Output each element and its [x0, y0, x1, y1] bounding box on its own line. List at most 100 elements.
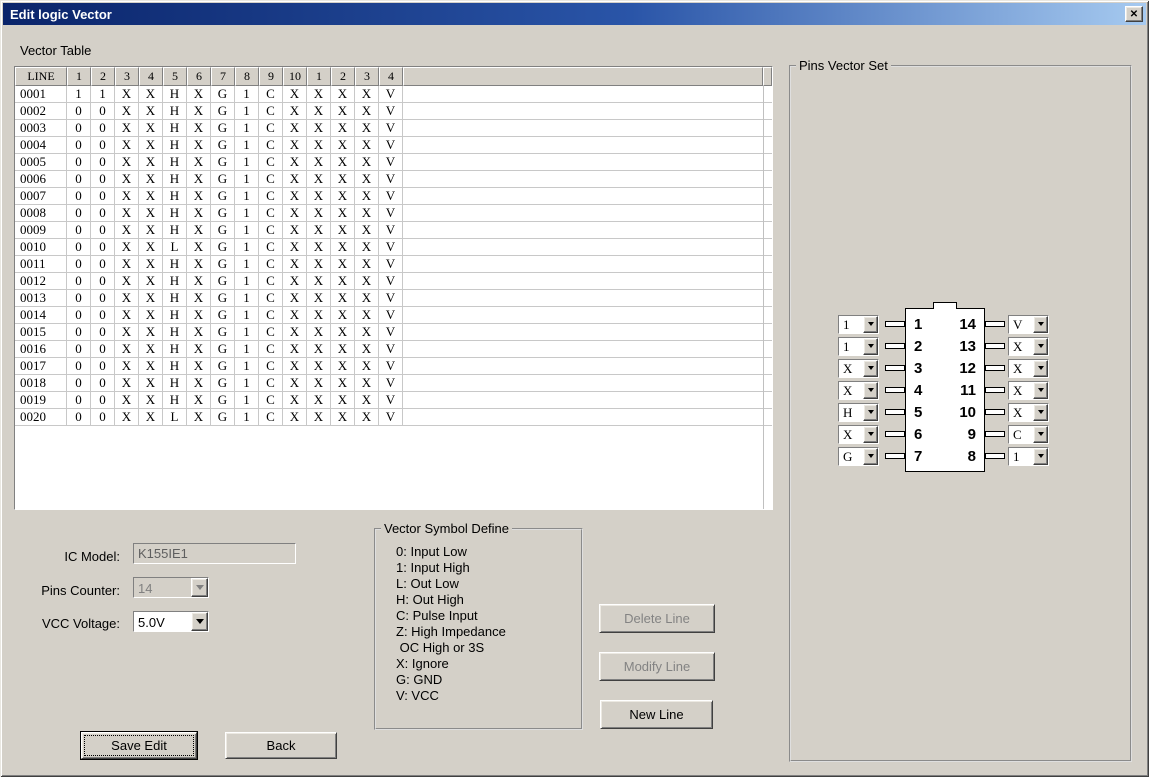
save-edit-button[interactable]: Save Edit — [81, 732, 197, 759]
vector-cell: 1 — [235, 273, 259, 289]
table-row[interactable]: 0006 0 0 X X H X G 1 C X X X X V — [15, 171, 772, 188]
vector-cell: X — [115, 120, 139, 136]
vector-cell: C — [259, 273, 283, 289]
pin-value-select[interactable]: C — [1008, 424, 1049, 444]
down-triangle-icon — [1037, 410, 1044, 414]
table-row[interactable]: 0019 0 0 X X H X G 1 C X X X X V — [15, 392, 772, 409]
chevron-down-icon[interactable] — [191, 578, 208, 597]
pin-value-select[interactable]: X — [1008, 380, 1049, 400]
close-button[interactable]: ✕ — [1125, 6, 1143, 22]
table-body[interactable]: 0001 1 1 X X H X G 1 C X X X X V 0002 0 0 X X H X G 1 C X X X X V 0003… — [15, 86, 772, 509]
chevron-down-icon[interactable] — [863, 425, 878, 443]
chevron-down-icon[interactable] — [1033, 425, 1048, 443]
vector-cell: X — [355, 222, 379, 238]
back-button[interactable]: Back — [225, 732, 337, 759]
table-row[interactable]: 0010 0 0 X X L X G 1 C X X X X V — [15, 239, 772, 256]
pin-value-select[interactable]: V — [1008, 314, 1049, 334]
chevron-down-icon[interactable] — [1033, 381, 1048, 399]
chevron-down-icon[interactable] — [1033, 337, 1048, 355]
vector-cell: X — [139, 205, 163, 221]
pins-counter-label: Pins Counter: — [41, 583, 120, 598]
chevron-down-icon[interactable] — [863, 337, 878, 355]
table-row[interactable]: 0013 0 0 X X H X G 1 C X X X X V — [15, 290, 772, 307]
table-row[interactable]: 0007 0 0 X X H X G 1 C X X X X V — [15, 188, 772, 205]
pin-value: V — [1013, 316, 1023, 332]
pin-value-select[interactable]: X — [838, 380, 879, 400]
chevron-down-icon[interactable] — [863, 447, 878, 465]
vector-symbol-define-group: Vector Symbol Define 0: Input Low 1: Inpu… — [374, 521, 583, 730]
table-row[interactable]: 0014 0 0 X X H X G 1 C X X X X V — [15, 307, 772, 324]
table-row[interactable]: 0002 0 0 X X H X G 1 C X X X X V — [15, 103, 772, 120]
chevron-down-icon[interactable] — [863, 359, 878, 377]
modify-line-button[interactable]: Modify Line — [599, 652, 715, 681]
pin-value-select[interactable]: 1 — [1008, 446, 1049, 466]
vector-cell: 0 — [67, 188, 91, 204]
table-row[interactable]: 0017 0 0 X X H X G 1 C X X X X V — [15, 358, 772, 375]
vector-cell: C — [259, 120, 283, 136]
table-row[interactable]: 0020 0 0 X X L X G 1 C X X X X V — [15, 409, 772, 426]
table-row[interactable]: 0011 0 0 X X H X G 1 C X X X X V — [15, 256, 772, 273]
vector-cell: X — [283, 358, 307, 374]
vector-cell: X — [139, 358, 163, 374]
line-number-cell: 0017 — [15, 358, 67, 374]
vector-cell: V — [379, 188, 403, 204]
vector-cell: V — [379, 154, 403, 170]
chevron-down-icon[interactable] — [863, 315, 878, 333]
chevron-down-icon[interactable] — [1033, 315, 1048, 333]
pin-rows: 1 1 14 V 1 2 13 X X 3 12 X X 4 11 X H 5 10 X X 6 9 C G 7 8 1 — [838, 313, 1049, 467]
vector-cell: X — [139, 222, 163, 238]
chevron-down-icon[interactable] — [1033, 403, 1048, 421]
vector-cell: X — [331, 239, 355, 255]
pin-row: 1 1 14 V — [838, 313, 1049, 335]
vector-cell: X — [307, 392, 331, 408]
pin-value-select[interactable]: X — [838, 424, 879, 444]
vector-cell: 0 — [91, 375, 115, 391]
table-row[interactable]: 0003 0 0 X X H X G 1 C X X X X V — [15, 120, 772, 137]
pin-value-select[interactable]: X — [838, 358, 879, 378]
chevron-down-icon[interactable] — [863, 381, 878, 399]
pins-counter-select[interactable]: 14 — [133, 577, 209, 598]
line-number-cell: 0005 — [15, 154, 67, 170]
table-row[interactable]: 0015 0 0 X X H X G 1 C X X X X V — [15, 324, 772, 341]
vector-cell: X — [115, 222, 139, 238]
table-row[interactable]: 0016 0 0 X X H X G 1 C X X X X V — [15, 341, 772, 358]
pin-value: X — [1013, 382, 1023, 398]
vector-table: LINE 1 2 3 4 5 6 7 8 9 10 1 2 3 4 0001 1 1 X X H X G 1 C X X X X V 00… — [14, 66, 773, 510]
vector-cell: 0 — [91, 341, 115, 357]
pin-value-select[interactable]: 1 — [838, 314, 879, 334]
vector-cell: C — [259, 239, 283, 255]
pin-value-select[interactable]: H — [838, 402, 879, 422]
vector-cell: C — [259, 171, 283, 187]
vector-symbol-define-title: Vector Symbol Define — [384, 521, 510, 536]
pin-value-select[interactable]: X — [1008, 358, 1049, 378]
pin-value-select[interactable]: X — [1008, 336, 1049, 356]
pin-value-select[interactable]: 1 — [838, 336, 879, 356]
new-line-button[interactable]: New Line — [600, 700, 713, 729]
pin-number: 13 — [959, 337, 976, 355]
table-row[interactable]: 0009 0 0 X X H X G 1 C X X X X V — [15, 222, 772, 239]
chevron-down-icon[interactable] — [1033, 447, 1048, 465]
pin-lead — [985, 431, 1005, 437]
vector-cell: 0 — [91, 103, 115, 119]
chevron-down-icon[interactable] — [863, 403, 878, 421]
pin-value-select[interactable]: X — [1008, 402, 1049, 422]
table-row[interactable]: 0018 0 0 X X H X G 1 C X X X X V — [15, 375, 772, 392]
chevron-down-icon[interactable] — [191, 612, 208, 631]
line-number-cell: 0008 — [15, 205, 67, 221]
chevron-down-icon[interactable] — [1033, 359, 1048, 377]
symbol-define-list: 0: Input Low 1: Input High L: Out Low H: Ou… — [376, 544, 581, 704]
pin-value-select[interactable]: G — [838, 446, 879, 466]
table-row[interactable]: 0001 1 1 X X H X G 1 C X X X X V — [15, 86, 772, 103]
table-row[interactable]: 0008 0 0 X X H X G 1 C X X X X V — [15, 205, 772, 222]
delete-line-button[interactable]: Delete Line — [599, 604, 715, 633]
pin-value: 1 — [843, 338, 850, 354]
pin-value: X — [843, 426, 853, 442]
table-row[interactable]: 0005 0 0 X X H X G 1 C X X X X V — [15, 154, 772, 171]
table-row[interactable]: 0012 0 0 X X H X G 1 C X X X X V — [15, 273, 772, 290]
ic-model-field[interactable] — [133, 543, 296, 564]
down-triangle-icon — [867, 322, 874, 326]
table-row[interactable]: 0004 0 0 X X H X G 1 C X X X X V — [15, 137, 772, 154]
vector-cell: 0 — [67, 137, 91, 153]
vcc-voltage-select[interactable]: 5.0V — [133, 611, 209, 632]
down-triangle-icon — [1037, 432, 1044, 436]
